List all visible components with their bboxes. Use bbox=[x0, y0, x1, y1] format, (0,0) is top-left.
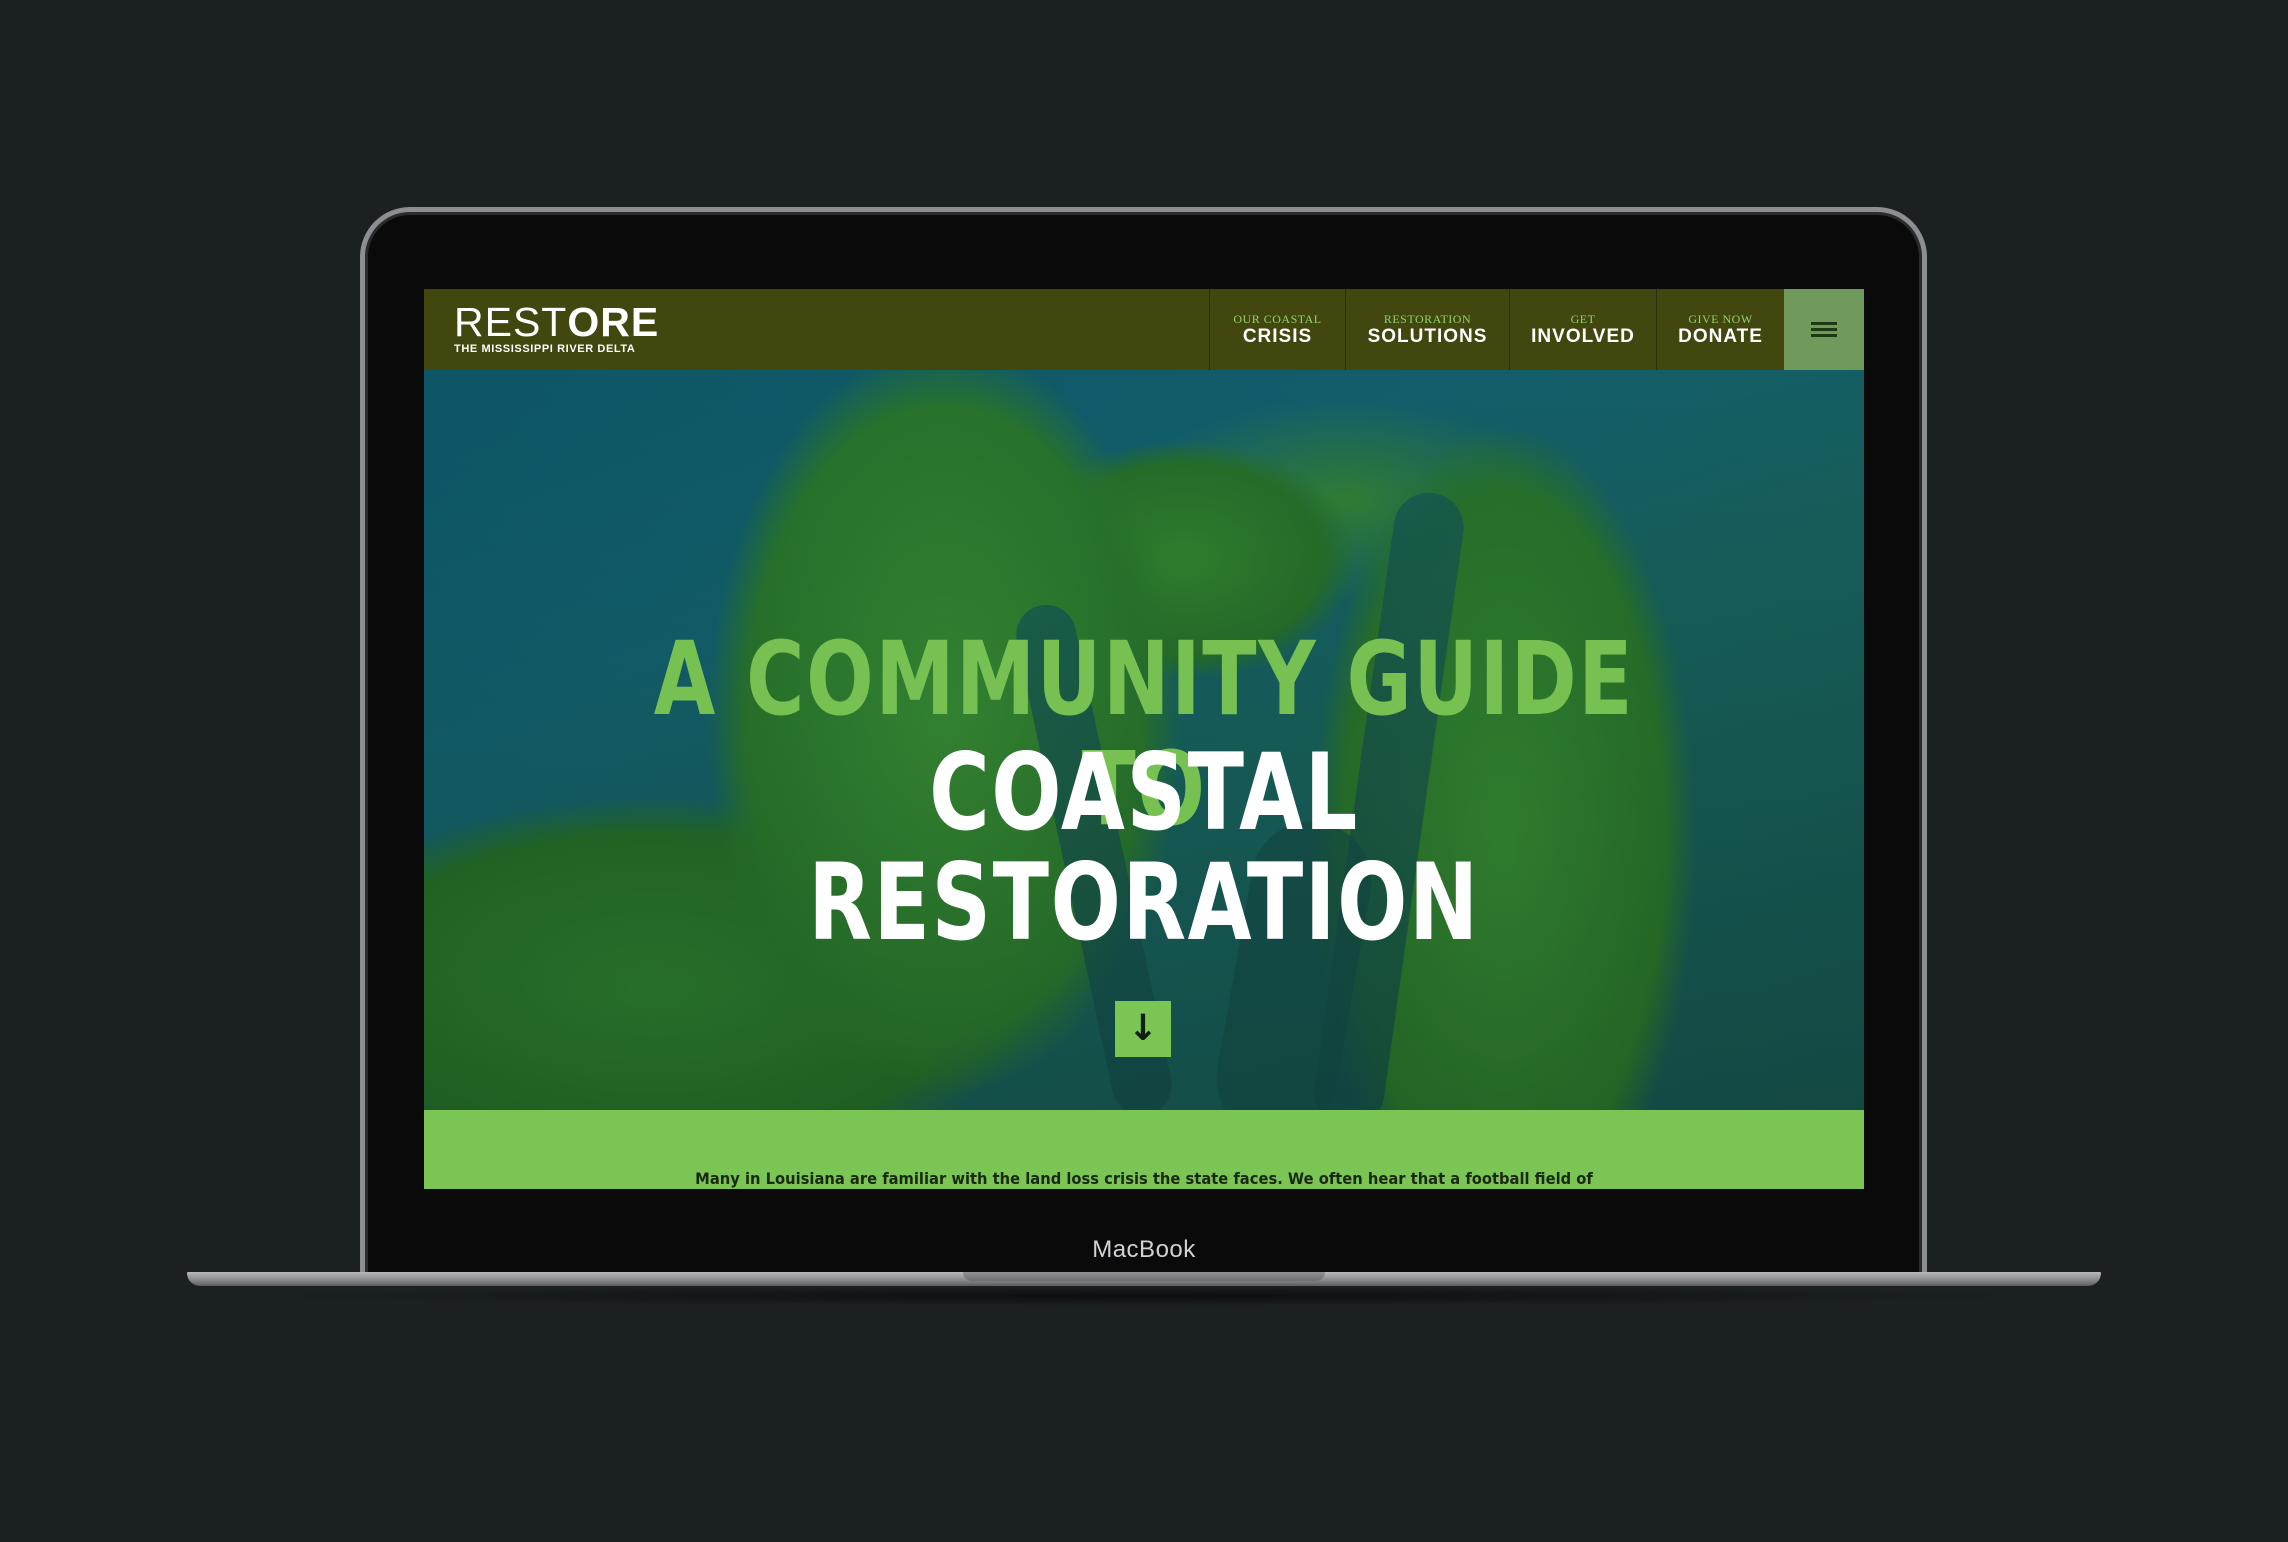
nav-item-label: DONATE bbox=[1678, 325, 1763, 347]
scroll-down-button[interactable]: ↓ bbox=[1115, 1001, 1171, 1057]
hero-banner: A COMMUNITY GUIDE TO COASTAL RESTORATION… bbox=[424, 370, 1864, 1110]
site-logo[interactable]: RESTORE THE MISSISSIPPI RIVER DELTA bbox=[424, 289, 954, 370]
nav-item-label: SOLUTIONS bbox=[1367, 325, 1488, 347]
nav-item-crisis[interactable]: OUR COASTAL CRISIS bbox=[1209, 289, 1345, 370]
laptop-shadow bbox=[230, 1286, 2060, 1306]
hamburger-menu-icon bbox=[1811, 319, 1837, 340]
site-header: RESTORE THE MISSISSIPPI RIVER DELTA OUR … bbox=[424, 289, 1864, 370]
nav-item-kicker: GET bbox=[1570, 311, 1596, 326]
arrow-down-icon: ↓ bbox=[1127, 1008, 1159, 1049]
nav-item-donate[interactable]: GIVE NOW DONATE bbox=[1656, 289, 1784, 370]
laptop-notch bbox=[963, 1272, 1325, 1281]
laptop-screen: RESTORE THE MISSISSIPPI RIVER DELTA OUR … bbox=[424, 289, 1864, 1189]
nav-item-solutions[interactable]: RESTORATION SOLUTIONS bbox=[1345, 289, 1509, 370]
nav-item-kicker: OUR COASTAL bbox=[1233, 311, 1322, 326]
nav-item-label: INVOLVED bbox=[1531, 325, 1635, 347]
menu-button[interactable] bbox=[1784, 289, 1864, 370]
logo-wordmark: RESTORE bbox=[454, 299, 660, 345]
nav-item-involved[interactable]: GET INVOLVED bbox=[1509, 289, 1656, 370]
device-label: MacBook bbox=[1092, 1236, 1196, 1263]
intro-text: Many in Louisiana are familiar with the … bbox=[695, 1169, 1593, 1188]
nav-item-kicker: RESTORATION bbox=[1383, 311, 1472, 326]
nav-item-label: CRISIS bbox=[1242, 325, 1313, 347]
logo-tagline: THE MISSISSIPPI RIVER DELTA bbox=[454, 343, 636, 355]
hero-headline-bottom: COASTAL RESTORATION bbox=[808, 731, 1480, 964]
nav-item-kicker: GIVE NOW bbox=[1688, 311, 1753, 326]
